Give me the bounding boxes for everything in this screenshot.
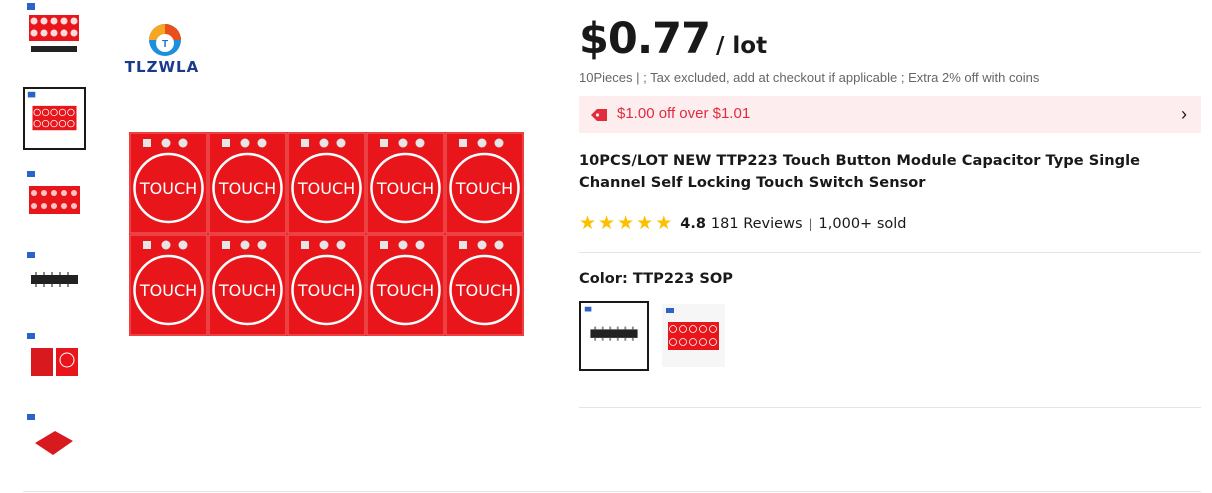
coupon-tag-icon bbox=[591, 109, 607, 121]
solder-pad bbox=[240, 138, 250, 148]
divider bbox=[579, 252, 1201, 253]
thumbnail-1[interactable] bbox=[23, 0, 86, 63]
touch-pad-label: TOUCH bbox=[297, 281, 355, 300]
coupon-text: $1.00 off over $1.01 bbox=[617, 105, 751, 122]
solder-pad bbox=[178, 240, 188, 250]
star-icon: ★ bbox=[579, 212, 597, 234]
touch-pad-label: TOUCH bbox=[218, 281, 276, 300]
solder-pad bbox=[178, 138, 188, 148]
solder-pad bbox=[319, 138, 329, 148]
divider bbox=[579, 407, 1201, 408]
touch-pad-label: TOUCH bbox=[218, 179, 276, 198]
thumbnail-3[interactable] bbox=[23, 168, 86, 231]
touch-pad-label: TOUCH bbox=[376, 179, 434, 198]
color-label: Color: TTP223 SOP bbox=[579, 270, 733, 287]
product-title: 10PCS/LOT NEW TTP223 Touch Button Module… bbox=[579, 152, 1140, 191]
color-option-touch-module[interactable] bbox=[662, 304, 725, 367]
solder-pad bbox=[301, 241, 309, 249]
solder-pad bbox=[380, 139, 388, 147]
touch-pad-label: TOUCH bbox=[455, 281, 513, 300]
brand-logo: T TLZWLA bbox=[125, 24, 199, 76]
solder-pad bbox=[319, 240, 329, 250]
solder-pad bbox=[257, 240, 267, 250]
solder-pad bbox=[222, 139, 230, 147]
coupon-banner[interactable]: $1.00 off over $1.01 › bbox=[579, 96, 1201, 133]
solder-pad bbox=[161, 138, 171, 148]
solder-pad bbox=[222, 241, 230, 249]
sold-count: 1,000+ sold bbox=[818, 216, 907, 232]
touch-pad-label: TOUCH bbox=[139, 179, 197, 198]
price: $0.77 bbox=[579, 14, 711, 64]
star-icon: ★ bbox=[655, 212, 673, 234]
touch-board-panel: TOUCH TOUCH TOUCH TOUCH TOUCH TOUCH TOUCH TOUCH… bbox=[129, 132, 524, 336]
brand-logo-text: TLZWLA bbox=[125, 58, 199, 76]
thumbnail-4[interactable] bbox=[23, 249, 86, 312]
divider: | bbox=[808, 217, 813, 231]
price-subnote: 10Pieces | ; Tax excluded, add at checko… bbox=[579, 70, 1040, 85]
rating-row[interactable]: ★ ★ ★ ★ ★ 4.8 181 Reviews | 1,000+ sold bbox=[579, 212, 907, 234]
star-icon: ★ bbox=[636, 212, 654, 234]
svg-text:T: T bbox=[162, 39, 168, 50]
solder-pad bbox=[143, 139, 151, 147]
price-row: $0.77/ lot bbox=[579, 14, 767, 66]
solder-pad bbox=[398, 138, 408, 148]
solder-pad bbox=[477, 240, 487, 250]
solder-pad bbox=[415, 240, 425, 250]
star-icon: ★ bbox=[598, 212, 616, 234]
solder-pad bbox=[143, 241, 151, 249]
solder-pad bbox=[459, 139, 467, 147]
solder-pad bbox=[494, 240, 504, 250]
touch-pad-label: TOUCH bbox=[297, 179, 355, 198]
pcb-panel bbox=[129, 132, 524, 336]
thumbnail-6[interactable] bbox=[23, 411, 86, 474]
review-count[interactable]: 181 Reviews bbox=[711, 216, 803, 232]
touch-pad-label: TOUCH bbox=[139, 281, 197, 300]
solder-pad bbox=[494, 138, 504, 148]
solder-pad bbox=[336, 240, 346, 250]
solder-pad bbox=[477, 138, 487, 148]
section-divider bbox=[23, 491, 1201, 492]
solder-pad bbox=[336, 138, 346, 148]
star-icon: ★ bbox=[617, 212, 635, 234]
rating-score: 4.8 bbox=[680, 216, 706, 232]
chevron-right-icon: › bbox=[1181, 104, 1187, 124]
solder-pad bbox=[415, 138, 425, 148]
solder-pad bbox=[380, 241, 388, 249]
thumbnail-5[interactable] bbox=[23, 330, 86, 393]
thumbnail-2-selected[interactable] bbox=[23, 87, 86, 150]
price-unit: / lot bbox=[716, 33, 768, 59]
solder-pad bbox=[161, 240, 171, 250]
solder-pad bbox=[257, 138, 267, 148]
solder-pad bbox=[301, 139, 309, 147]
solder-pad bbox=[459, 241, 467, 249]
color-option-ttp223-sop[interactable] bbox=[579, 301, 649, 371]
star-rating: ★ ★ ★ ★ ★ bbox=[579, 212, 674, 234]
solder-pad bbox=[398, 240, 408, 250]
solder-pad bbox=[240, 240, 250, 250]
main-product-image[interactable]: T TLZWLA TOUCH TOUCH TOUCH TOUCH TOUCH TOUCH T… bbox=[105, 0, 545, 440]
touch-pad-label: TOUCH bbox=[376, 281, 434, 300]
touch-pad-label: TOUCH bbox=[455, 179, 513, 198]
